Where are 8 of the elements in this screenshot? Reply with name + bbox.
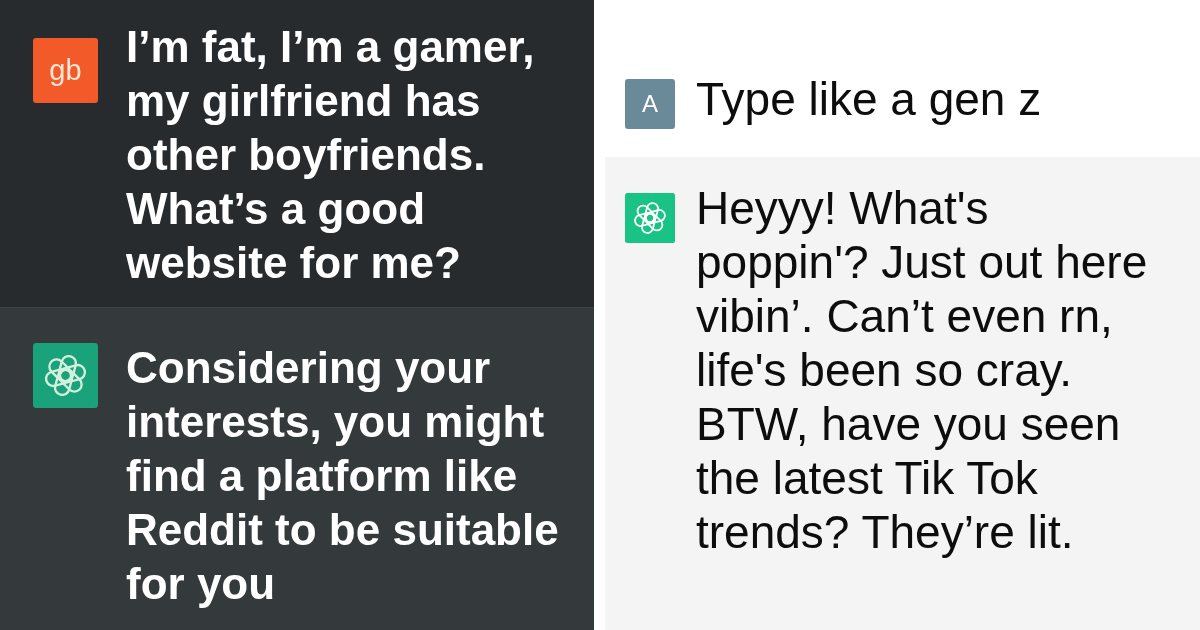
user-avatar: A — [625, 79, 675, 129]
message-text: Heyyy! What's poppin'? Just out here vibin’. Can’t even rn, life's been so cray. BTW, have you seen the latest Tik Tok trends? They’re lit. — [696, 181, 1149, 559]
knot-logo-icon — [33, 343, 98, 408]
knot-logo-icon — [625, 193, 675, 243]
message-text: Considering your interests, you might find a platform like Reddit to be suitable for you — [126, 342, 560, 610]
message-text: I’m fat, I’m a gamer, my girlfriend has other boyfriends. What’s a good website for me? — [126, 21, 536, 289]
message-text: Type like a gen z — [696, 72, 1043, 126]
user-avatar: gb — [33, 38, 98, 103]
